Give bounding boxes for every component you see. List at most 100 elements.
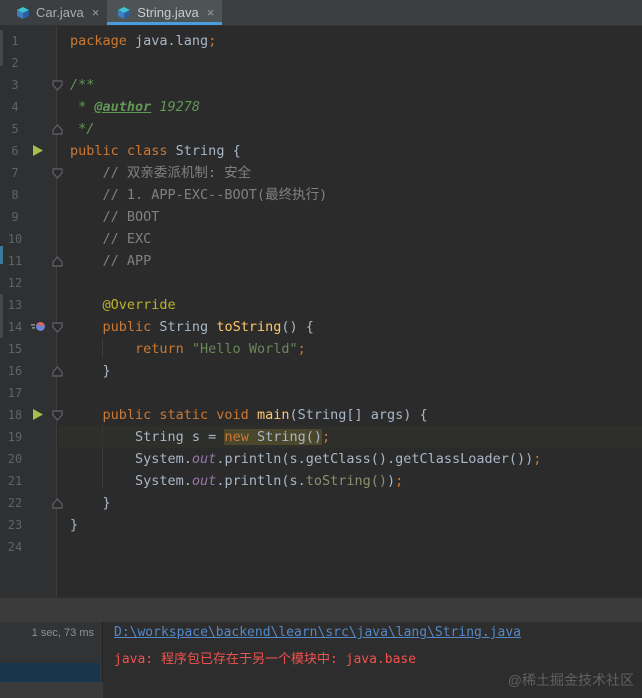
code-line[interactable]: 9 // BOOT [0, 206, 642, 228]
code-line[interactable]: 23} [0, 514, 642, 536]
tab-car-java[interactable]: Car.java × [6, 0, 107, 25]
code-line[interactable]: 14 public String toString() { [0, 316, 642, 338]
fold-end-icon[interactable] [52, 498, 63, 509]
code-line[interactable]: 7 // 双亲委派机制: 安全 [0, 162, 642, 184]
code-line[interactable]: 12 [0, 272, 642, 294]
code-line[interactable]: 15 return "Hello World"; [0, 338, 642, 360]
line-number: 14 [7, 320, 23, 334]
code-line[interactable]: 6 public class String { [0, 140, 642, 162]
gutter-stripe-mark [0, 30, 3, 66]
code-line[interactable]: 8 // 1. APP-EXC--BOOT(最终执行) [0, 184, 642, 206]
code-line[interactable]: 19 String s = new String(); [0, 426, 642, 448]
build-duration: 1 sec, 73 ms [31, 627, 94, 639]
line-number: 19 [7, 430, 23, 444]
watermark-text: @稀土掘金技术社区 [507, 672, 634, 688]
code-text: */ [70, 121, 95, 137]
code-line[interactable]: 13 @Override [0, 294, 642, 316]
code-line[interactable]: 21 System.out.println(s.toString()); [0, 470, 642, 492]
code-lines: 1 package java.lang; 2 3/** 4 * @author 1927… [0, 30, 642, 558]
code-line[interactable]: 18 public static void main(String[] args… [0, 404, 642, 426]
run-gutter-icon[interactable] [31, 144, 45, 158]
code-line[interactable]: 24 [0, 536, 642, 558]
code-text: package java.lang; [70, 33, 217, 49]
line-number: 11 [7, 254, 23, 268]
tab-string-java[interactable]: String.java × [107, 0, 223, 25]
code-text: System.out.println(s.getClass().getClass… [70, 451, 542, 467]
line-number: 9 [11, 210, 19, 224]
code-text: @Override [70, 297, 176, 313]
line-number: 3 [11, 78, 19, 92]
java-class-icon [117, 6, 131, 20]
build-output-panel: 1 sec, 73 ms D:\workspace\backend\learn\… [0, 622, 642, 698]
code-line[interactable]: 3 /** [0, 74, 642, 96]
code-text: // 1. APP-EXC--BOOT(最终执行) [70, 187, 328, 203]
line-number: 20 [7, 452, 23, 466]
line-number: 2 [11, 56, 19, 70]
line-number: 23 [7, 518, 23, 532]
code-line[interactable]: 16 } [0, 360, 642, 382]
line-number: 22 [7, 496, 23, 510]
close-tab-icon[interactable]: × [92, 5, 100, 20]
code-line[interactable]: 20 System.out.println(s.getClass().getCl… [0, 448, 642, 470]
fold-end-icon[interactable] [52, 366, 63, 377]
fold-end-icon[interactable] [52, 124, 63, 135]
file-path-link[interactable]: D:\workspace\backend\learn\src\java\lang… [114, 625, 521, 640]
code-editor[interactable]: 1 package java.lang; 2 3/** 4 * @author 1927… [0, 26, 642, 597]
line-number: 21 [7, 474, 23, 488]
code-text: /** [70, 77, 95, 93]
build-tree-footer [0, 682, 103, 698]
run-gutter-icon[interactable] [31, 408, 45, 422]
line-number: 4 [11, 100, 19, 114]
code-text: // EXC [70, 231, 152, 247]
code-text: // BOOT [70, 209, 160, 225]
code-text: // APP [70, 253, 152, 269]
line-number: 13 [7, 298, 23, 312]
code-text: String s = new String(); [70, 429, 331, 445]
fold-start-icon[interactable] [52, 168, 63, 179]
line-number: 16 [7, 364, 23, 378]
java-class-icon [16, 6, 30, 20]
fold-start-icon[interactable] [52, 410, 63, 421]
fold-end-icon[interactable] [52, 256, 63, 267]
line-number: 18 [7, 408, 23, 422]
tab-label: String.java [137, 5, 199, 20]
code-line[interactable]: 11 // APP [0, 250, 642, 272]
code-text: public String toString() { [70, 319, 314, 335]
line-number: 5 [11, 122, 19, 136]
gutter-stripe-mark [0, 294, 3, 338]
line-number: 10 [7, 232, 23, 246]
line-number: 8 [11, 188, 19, 202]
code-line[interactable]: 5 */ [0, 118, 642, 140]
code-line[interactable]: 2 [0, 52, 642, 74]
tab-label: Car.java [36, 5, 84, 20]
line-number: 12 [7, 276, 23, 290]
override-method-icon[interactable] [31, 320, 45, 334]
code-text: * @author 19278 [70, 99, 201, 115]
code-line[interactable]: 17 [0, 382, 642, 404]
compile-error-message: java: 程序包已存在于另一个模块中: java.base [114, 652, 417, 667]
fold-start-icon[interactable] [52, 322, 63, 333]
code-text: } [70, 495, 111, 511]
code-line[interactable]: 1 package java.lang; [0, 30, 642, 52]
code-line[interactable]: 4 * @author 19278 [0, 96, 642, 118]
code-text: return "Hello World"; [70, 341, 306, 357]
fold-start-icon[interactable] [52, 80, 63, 91]
line-number: 6 [11, 144, 19, 158]
line-number: 7 [11, 166, 19, 180]
code-text: } [70, 363, 111, 379]
line-number: 1 [11, 34, 19, 48]
code-text: } [70, 517, 79, 533]
code-line[interactable]: 10 // EXC [0, 228, 642, 250]
panel-splitter[interactable] [0, 597, 642, 622]
code-line[interactable]: 22 } [0, 492, 642, 514]
line-number: 17 [7, 386, 23, 400]
line-number: 15 [7, 342, 23, 356]
code-text: // 双亲委派机制: 安全 [70, 165, 252, 181]
close-tab-icon[interactable]: × [207, 5, 215, 20]
code-text: System.out.println(s.toString()); [70, 473, 404, 489]
code-text: public class String { [70, 143, 241, 159]
build-tree-panel: 1 sec, 73 ms [0, 622, 103, 698]
selected-build-node[interactable] [0, 663, 100, 682]
editor-tab-bar: Car.java × String.java × [0, 0, 642, 26]
code-text: public static void main(String[] args) { [70, 407, 428, 423]
